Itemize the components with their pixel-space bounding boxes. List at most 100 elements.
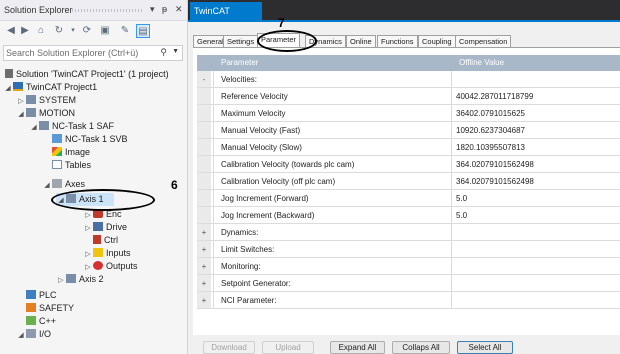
tree-item-drive[interactable]: ▷ Drive: [83, 221, 127, 234]
parameter-value[interactable]: 40042.287011718799: [451, 88, 620, 104]
parameter-value[interactable]: [451, 258, 620, 274]
expanded-arrow-icon[interactable]: ◢: [16, 108, 26, 121]
collapsed-arrow-icon[interactable]: ▷: [56, 274, 66, 287]
expanded-arrow-icon[interactable]: ◢: [3, 82, 13, 95]
search-options-dropdown-icon[interactable]: ▼: [172, 48, 179, 55]
parameter-value[interactable]: 364.02079101562498: [451, 173, 620, 189]
download-button[interactable]: Download: [203, 341, 255, 354]
tree-item-io[interactable]: ◢ I/O: [16, 328, 51, 341]
parameter-value[interactable]: [451, 292, 620, 308]
tab-online[interactable]: Online: [346, 35, 376, 47]
solution-explorer-search[interactable]: ⚲ ▼: [3, 45, 183, 61]
grid-row[interactable]: Reference Velocity 40042.287011718799: [197, 88, 620, 105]
preview-icon[interactable]: ▤: [136, 24, 150, 38]
parameter-value[interactable]: [451, 275, 620, 291]
grid-row[interactable]: - Velocities:: [197, 71, 620, 88]
tree-item-plc[interactable]: PLC: [26, 289, 57, 302]
sync-icon[interactable]: ↻: [52, 24, 66, 38]
parameter-name: Limit Switches:: [221, 245, 275, 254]
collapsed-arrow-icon[interactable]: ▷: [83, 222, 93, 235]
parameter-value[interactable]: 364.02079101562498: [451, 156, 620, 172]
grid-row[interactable]: + NCI Parameter:: [197, 292, 620, 309]
search-input[interactable]: [6, 47, 156, 59]
expand-group-icon[interactable]: +: [197, 275, 211, 291]
grid-row[interactable]: Jog Increment (Backward) 5.0: [197, 207, 620, 224]
tree-item-system[interactable]: ▷ SYSTEM: [16, 94, 76, 107]
parameter-name: Velocities:: [221, 75, 258, 84]
grid-row[interactable]: Manual Velocity (Slow) 1820.10395507813: [197, 139, 620, 156]
parameter-value[interactable]: [451, 224, 620, 240]
row-separator: [213, 122, 214, 138]
window-position-dropdown-icon[interactable]: ▾: [150, 4, 155, 15]
parameter-value[interactable]: 10920.6237304687: [451, 122, 620, 138]
expand-group-icon[interactable]: +: [197, 292, 211, 308]
drag-grip[interactable]: [72, 9, 142, 12]
tree-item-tables[interactable]: Tables: [52, 159, 91, 172]
properties-icon[interactable]: ✎: [118, 24, 132, 38]
tree-item-axis-2[interactable]: ▷ Axis 2: [56, 273, 104, 286]
expanded-arrow-icon[interactable]: ◢: [42, 179, 52, 192]
parameter-value[interactable]: [451, 241, 620, 257]
solution-explorer-titlebar: Solution Explorer ▾ ᵽ ✕: [0, 0, 187, 21]
row-separator: [213, 105, 214, 121]
tree-item-project[interactable]: ◢ TwinCAT Project1: [3, 81, 97, 94]
tab-functions[interactable]: Functions: [377, 35, 418, 47]
grid-row[interactable]: Calibration Velocity (towards plc cam) 36…: [197, 156, 620, 173]
grid-row[interactable]: Manual Velocity (Fast) 10920.6237304687: [197, 122, 620, 139]
parameter-value[interactable]: 1820.10395507813: [451, 139, 620, 155]
parameter-value[interactable]: 36402.0791015625: [451, 105, 620, 121]
tree-item-safety[interactable]: SAFETY: [26, 302, 74, 315]
cpp-icon: [26, 316, 36, 325]
parameter-value[interactable]: [451, 71, 620, 87]
search-icon[interactable]: ⚲: [160, 47, 167, 58]
column-header-offline-value[interactable]: Offline Value: [459, 55, 504, 71]
column-header-parameter[interactable]: Parameter: [221, 55, 258, 71]
expanded-arrow-icon[interactable]: ◢: [29, 121, 39, 134]
tree-item-cpp[interactable]: C++: [26, 315, 56, 328]
select-all-button[interactable]: Select All: [457, 341, 513, 354]
tree-item-solution[interactable]: Solution 'TwinCAT Project1' (1 project): [5, 68, 169, 81]
close-icon[interactable]: ✕: [175, 4, 183, 15]
grid-row[interactable]: + Setpoint Generator:: [197, 275, 620, 292]
tree-item-motion[interactable]: ◢ MOTION: [16, 107, 75, 120]
tab-settings[interactable]: Settings: [223, 35, 259, 47]
expand-group-icon[interactable]: +: [197, 241, 211, 257]
tree-item-nc-task-svb[interactable]: NC-Task 1 SVB: [52, 133, 128, 146]
tree-item-outputs[interactable]: ▷ Outputs: [83, 260, 138, 273]
expanded-arrow-icon[interactable]: ◢: [16, 329, 26, 342]
grid-row[interactable]: + Dynamics:: [197, 224, 620, 241]
collapse-group-icon[interactable]: -: [197, 71, 211, 87]
grid-row[interactable]: + Monitoring:: [197, 258, 620, 275]
upload-button[interactable]: Upload: [262, 341, 314, 354]
home-icon[interactable]: ⌂: [34, 24, 48, 38]
collapse-all-button[interactable]: Collaps All: [392, 341, 450, 354]
tree-item-ctrl[interactable]: Ctrl: [93, 234, 118, 247]
back-icon[interactable]: ◀: [4, 24, 18, 38]
tree-item-image[interactable]: Image: [52, 146, 90, 159]
tab-coupling[interactable]: Coupling: [418, 35, 456, 47]
pin-icon[interactable]: ᵽ: [162, 4, 167, 14]
solution-icon: [5, 69, 13, 78]
expand-all-button[interactable]: Expand All: [330, 341, 385, 354]
refresh-icon[interactable]: ⟳: [80, 24, 94, 38]
controller-icon: [93, 235, 101, 244]
forward-icon[interactable]: ▶: [18, 24, 32, 38]
expand-group-icon[interactable]: +: [197, 224, 211, 240]
drive-icon: [93, 222, 103, 231]
parameter-value[interactable]: 5.0: [451, 207, 620, 223]
system-icon: [26, 95, 36, 104]
expand-group-icon[interactable]: +: [197, 258, 211, 274]
sync-dropdown-icon[interactable]: ▾: [66, 24, 80, 38]
tree-item-nc-task-saf[interactable]: ◢ NC-Task 1 SAF: [29, 120, 114, 133]
grid-row[interactable]: + Limit Switches:: [197, 241, 620, 258]
tree-item-axes[interactable]: ◢ Axes: [42, 178, 85, 191]
row-separator: [213, 224, 214, 240]
grid-row[interactable]: Calibration Velocity (off plc cam) 364.02…: [197, 173, 620, 190]
document-tab[interactable]: TwinCAT Project1⊕✕: [190, 2, 262, 34]
collapse-all-icon[interactable]: ▣: [98, 24, 112, 38]
tab-compensation[interactable]: Compensation: [455, 35, 512, 47]
tree-item-inputs[interactable]: ▷ Inputs: [83, 247, 131, 260]
grid-row[interactable]: Jog Increment (Forward) 5.0: [197, 190, 620, 207]
grid-row[interactable]: Maximum Velocity 36402.0791015625: [197, 105, 620, 122]
parameter-value[interactable]: 5.0: [451, 190, 620, 206]
